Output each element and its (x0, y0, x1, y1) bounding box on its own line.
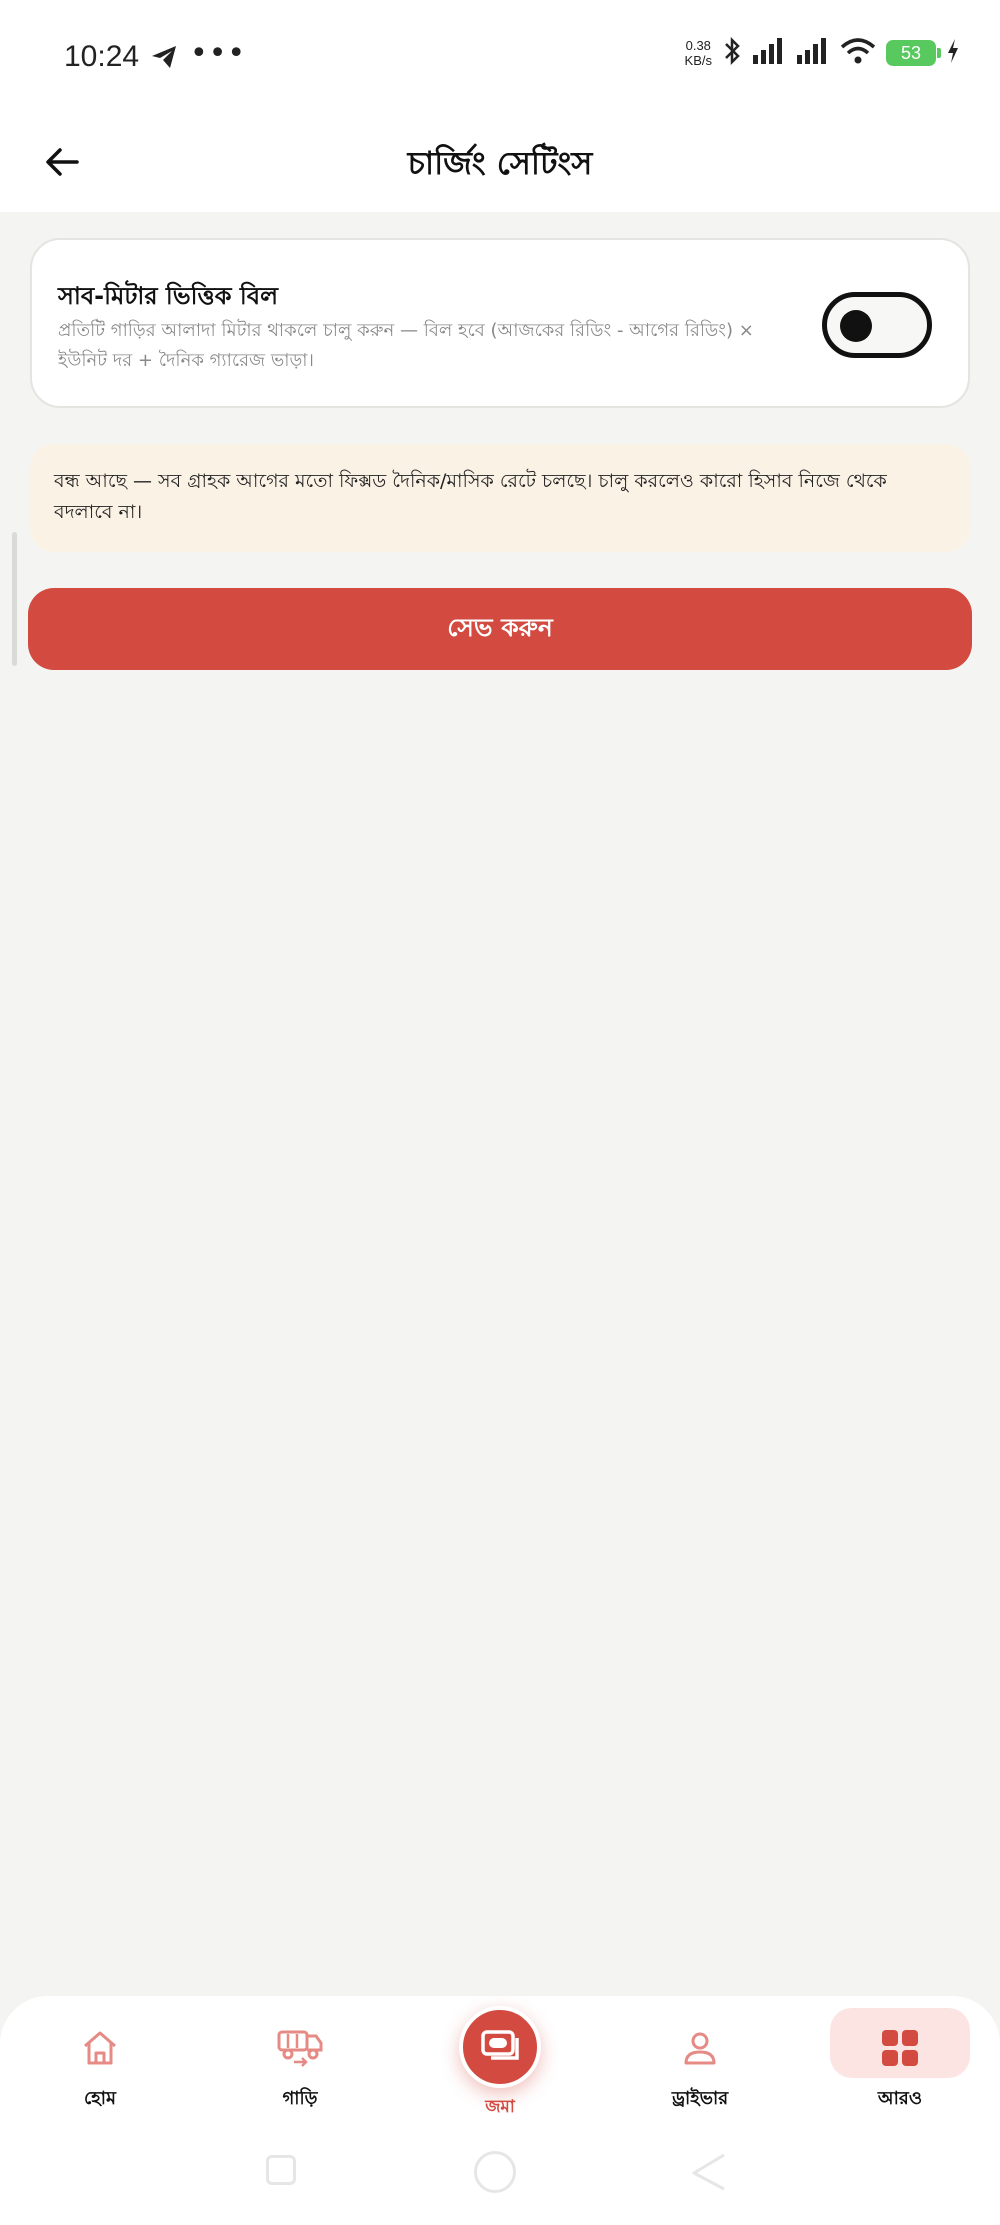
status-time: 10:24 (64, 40, 140, 73)
status-icons: 0.38 KB/s 53 (685, 36, 960, 70)
charging-icon (946, 38, 960, 68)
submeter-billing-toggle[interactable] (822, 292, 932, 358)
nav-label-home: হোম (84, 2088, 116, 2109)
setting-description: প্রতিটি গাড়ির আলাদা মিটার থাকলে চালু কর… (58, 320, 754, 371)
status-notice: বন্ধ আছে — সব গ্রাহক আগের মতো ফিক্সড দৈন… (30, 444, 970, 552)
back-system-button[interactable] (690, 2151, 726, 2195)
nav-item-home[interactable]: হোম (30, 1996, 170, 2121)
status-bar: 10:24 ••• 0.38 KB/s 53 (0, 0, 1000, 120)
vehicle-icon (276, 2024, 324, 2072)
user-icon (676, 2024, 724, 2072)
nav-item-vehicles[interactable]: গাড়ি (230, 1996, 370, 2121)
nav-label-more: আরও (877, 2088, 923, 2109)
nav-label-driver: ড্রাইভার (671, 2088, 729, 2109)
bluetooth-icon (722, 36, 742, 70)
deposit-fab-button[interactable] (459, 2006, 541, 2088)
signal-icon (752, 37, 786, 69)
submeter-billing-card: সাব-মিটার ভিত্তিক বিল প্রতিটি গাড়ির আলা… (30, 238, 970, 408)
nav-item-driver[interactable]: ড্রাইভার (630, 1996, 770, 2121)
signal-icon (796, 37, 830, 69)
nav-label-vehicles: গাড়ি (282, 2088, 318, 2109)
network-speed-value: 0.38 (685, 38, 711, 53)
network-speed-unit: KB/s (684, 53, 712, 68)
home-icon (76, 2024, 124, 2072)
recent-apps-button[interactable] (266, 2155, 296, 2185)
bottom-nav: হোম গাড়ি জমা ড্রাইভার আরও (0, 1996, 1000, 2121)
network-speed: 0.38 KB/s (685, 38, 712, 68)
wifi-icon (840, 37, 876, 69)
nav-item-more[interactable]: আরও (830, 1996, 970, 2121)
home-system-button[interactable] (474, 2151, 516, 2193)
save-button[interactable]: সেভ করুন (28, 588, 972, 670)
nav-label-deposit[interactable]: জমা (440, 2094, 560, 2122)
cash-icon (479, 2028, 521, 2066)
telegram-icon (150, 44, 178, 74)
more-notifications-icon: ••• (190, 36, 247, 71)
system-nav-bar (0, 2121, 1000, 2225)
grid-icon (876, 2024, 924, 2072)
setting-title: সাব-মিটার ভিত্তিক বিল (58, 282, 278, 310)
app-bar: চার্জিং সেটিংস (0, 120, 1000, 212)
toggle-knob (840, 310, 872, 342)
scroll-indicator (12, 532, 17, 666)
page-title: চার্জিং সেটিংস (407, 144, 593, 182)
battery-icon: 53 (886, 40, 941, 66)
